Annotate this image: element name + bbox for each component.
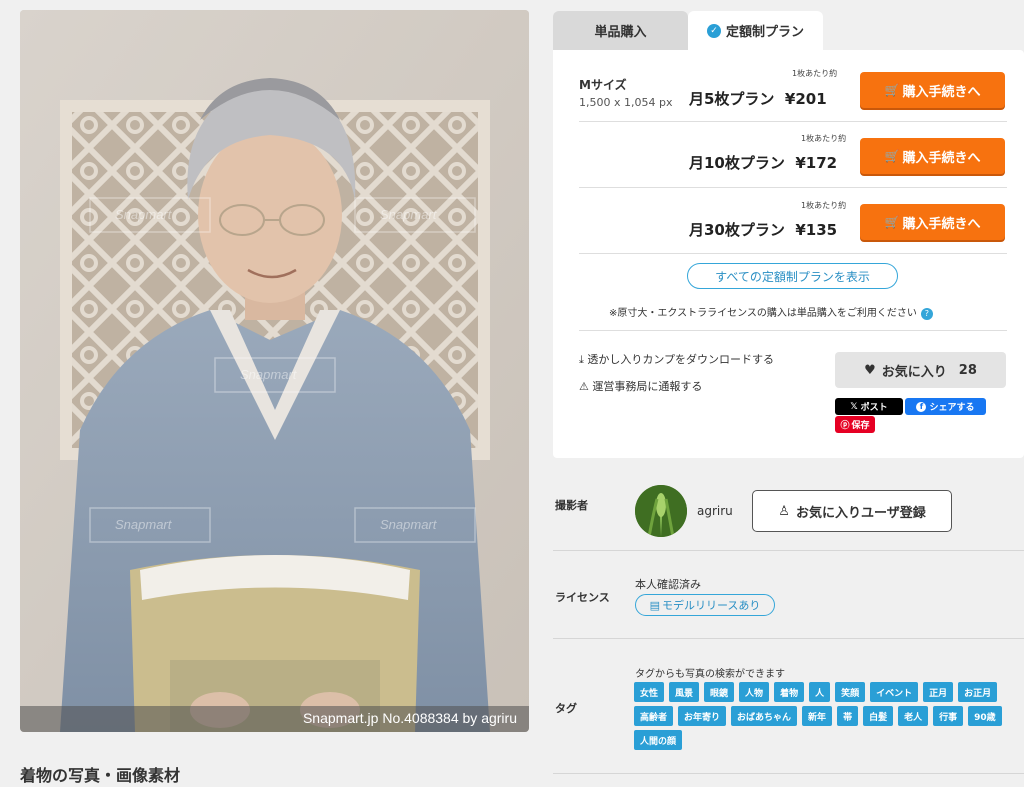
watermark-text: Snapmart <box>240 367 298 382</box>
x-logo-icon: 𝕏 <box>850 401 858 412</box>
report-link[interactable]: ⚠ 運営事務局に通報する <box>579 378 702 394</box>
tag[interactable]: 帯 <box>837 706 859 726</box>
page-title: 着物の写真・画像素材 <box>20 766 181 785</box>
plan-name: 月5枚プラン ¥201 <box>689 90 827 108</box>
per-sheet-label: 1枚あたり約 <box>792 69 838 78</box>
watermark-text: Snapmart <box>115 517 173 532</box>
stock-photo[interactable]: Snapmart Snapmart Snapmart Snapmart Snap… <box>20 10 529 732</box>
photo-caption: Snapmart.jp No.4088384 by agriru <box>20 706 529 732</box>
x-post-button[interactable]: 𝕏 ポスト <box>835 398 903 415</box>
tag[interactable]: お正月 <box>958 682 998 702</box>
cart-icon: 🛒 <box>884 149 900 163</box>
help-icon[interactable]: ? <box>920 307 933 320</box>
purchase-tabs: 単品購入 ✓ 定額制プラン <box>553 11 823 50</box>
cart-icon: 🛒 <box>884 83 900 97</box>
buy-button[interactable]: 🛒 購入手続きへ <box>860 204 1005 240</box>
facebook-share-button[interactable]: f シェアする <box>905 398 986 415</box>
heart-icon: ♥ <box>864 362 876 378</box>
tag[interactable]: 白髪 <box>863 706 894 726</box>
watermark-text: Snapmart <box>115 207 173 222</box>
license-section: ライセンス 本人確認済み ▤ モデルリリースあり <box>553 551 1024 639</box>
favorite-count: 28 <box>958 362 977 378</box>
buy-button[interactable]: 🛒 購入手続きへ <box>860 72 1005 108</box>
photographer-name[interactable]: agriru <box>697 504 733 518</box>
follow-user-button[interactable]: ♙ お気に入りユーザ登録 <box>752 490 952 532</box>
tag[interactable]: 人間の顔 <box>634 730 683 750</box>
photographer-section: 撮影者 agriru ♙ お気に入りユーザ登録 <box>553 458 1024 551</box>
divider <box>579 330 1007 331</box>
identity-verified: 本人確認済み <box>635 578 701 591</box>
tag[interactable]: 人物 <box>739 682 770 702</box>
tag-label: タグ <box>555 702 577 715</box>
cart-icon: 🛒 <box>884 215 900 229</box>
purchase-panel: Mサイズ 1,500 x 1,054 px 1枚あたり約 月5枚プラン ¥201… <box>553 50 1024 458</box>
per-sheet-label: 1枚あたり約 <box>801 134 847 143</box>
per-sheet-label: 1枚あたり約 <box>801 201 847 210</box>
tag[interactable]: おばあちゃん <box>731 706 798 726</box>
tag[interactable]: 90歳 <box>968 706 1002 726</box>
buy-button[interactable]: 🛒 購入手続きへ <box>860 138 1005 174</box>
tab-label: 定額制プラン <box>725 25 804 40</box>
license-label: ライセンス <box>555 591 610 604</box>
user-icon: ♙ <box>778 503 790 519</box>
document-icon: ▤ <box>649 598 660 612</box>
pinterest-icon: ⓟ <box>840 421 850 431</box>
size-label: Mサイズ <box>579 78 627 92</box>
tag[interactable]: 眼鏡 <box>704 682 735 702</box>
plan-name: 月10枚プラン ¥172 <box>689 154 838 172</box>
photo-illustration: Snapmart Snapmart Snapmart Snapmart Snap… <box>20 10 529 732</box>
all-plans-button[interactable]: すべての定額制プランを表示 <box>687 263 898 289</box>
tag[interactable]: 行事 <box>933 706 964 726</box>
tab-label: 単品購入 <box>594 25 647 40</box>
photographer-label: 撮影者 <box>555 499 588 512</box>
tag[interactable]: 老人 <box>898 706 929 726</box>
watermark-text: Snapmart <box>380 207 438 222</box>
tag[interactable]: 笑顔 <box>835 682 866 702</box>
avatar[interactable] <box>635 485 687 537</box>
size-dimensions: 1,500 x 1,054 px <box>579 96 673 109</box>
download-comp-link[interactable]: ⤓ 透かし入りカンプをダウンロードする <box>579 351 774 367</box>
download-icon: ⤓ <box>579 353 584 366</box>
tag[interactable]: 新年 <box>802 706 833 726</box>
tag-section: タグ タグからも写真の検索ができます 女性 風景 眼鏡 人物 着物 人 笑顔 イ… <box>553 639 1024 774</box>
plan-row: 1枚あたり約 月10枚プラン ¥172 🛒 購入手続きへ <box>579 122 1007 188</box>
tag[interactable]: イベント <box>870 682 919 702</box>
tag[interactable]: 高齢者 <box>634 706 674 726</box>
tag[interactable]: 着物 <box>774 682 805 702</box>
watermark-text: Snapmart <box>380 517 438 532</box>
tag[interactable]: お年寄り <box>678 706 727 726</box>
tag[interactable]: 人 <box>809 682 831 702</box>
license-note: ※原寸大・エクストラライセンスの購入は単品購入をご利用ください? <box>609 304 933 320</box>
favorite-button[interactable]: ♥ お気に入り 28 <box>835 352 1006 388</box>
tag[interactable]: 女性 <box>634 682 665 702</box>
tag[interactable]: 正月 <box>923 682 954 702</box>
facebook-icon: f <box>916 401 927 412</box>
warning-icon: ⚠ <box>579 380 589 393</box>
plan-name: 月30枚プラン ¥135 <box>689 221 838 239</box>
model-release-badge[interactable]: ▤ モデルリリースあり <box>635 594 775 616</box>
pinterest-save-button[interactable]: ⓟ 保存 <box>835 416 875 433</box>
tag-list: 女性 風景 眼鏡 人物 着物 人 笑顔 イベント 正月 お正月 高齢者 お年寄り… <box>634 682 1010 750</box>
plan-row: 1枚あたり約 月30枚プラン ¥135 🛒 購入手続きへ <box>579 188 1007 254</box>
tag[interactable]: 風景 <box>669 682 700 702</box>
plan-row: Mサイズ 1,500 x 1,054 px 1枚あたり約 月5枚プラン ¥201… <box>579 56 1007 122</box>
tab-subscription-plan[interactable]: ✓ 定額制プラン <box>688 11 823 50</box>
check-circle-icon: ✓ <box>706 23 721 38</box>
tab-single-purchase[interactable]: 単品購入 <box>553 11 688 50</box>
tag-hint: タグからも写真の検索ができます <box>635 669 785 680</box>
